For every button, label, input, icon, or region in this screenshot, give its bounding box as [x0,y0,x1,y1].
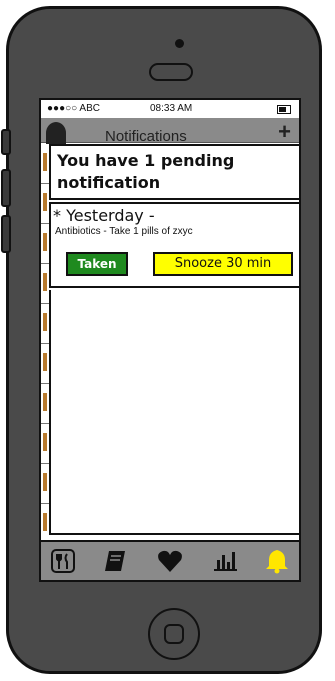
pending-banner: You have 1 pending notification [49,144,299,200]
carrier-label: ●●●○○ ABC [47,103,100,114]
home-button[interactable] [148,608,200,660]
camera [175,39,184,48]
book-icon [105,551,125,571]
list-marker [43,313,47,331]
screen: ●●●○○ ABC 08:33 AM Notifications + You h… [39,98,301,582]
notification-description: Antibiotics - Take 1 pills of zxyc [55,226,193,237]
list-marker [43,273,47,291]
notification-time: * Yesterday - [53,206,155,225]
mute-switch [1,129,11,155]
bell-icon [266,550,288,574]
list-marker [43,473,47,491]
tab-stats[interactable] [211,548,239,574]
notification-card: * Yesterday - Antibiotics - Take 1 pills… [49,202,299,288]
plus-icon[interactable]: + [278,121,291,143]
list-marker [43,513,47,531]
user-icon[interactable] [46,122,66,144]
snooze-button[interactable]: Snooze 30 min [153,252,293,276]
speaker [149,63,193,81]
battery-icon [277,105,291,114]
tab-food[interactable] [49,548,77,574]
tab-bar [41,540,299,580]
taken-button[interactable]: Taken [66,252,128,276]
fork-knife-icon [51,549,75,573]
tab-health[interactable] [156,548,184,574]
clock: 08:33 AM [150,103,193,114]
list-marker [43,153,47,171]
nav-bar: Notifications + [41,118,299,145]
status-bar: ●●●○○ ABC 08:33 AM [41,100,299,118]
list-marker [43,433,47,451]
list-marker [43,353,47,371]
list-marker [43,393,47,411]
heart-icon [158,550,182,572]
volume-down-button [1,215,11,253]
list-marker [43,233,47,251]
list-marker [43,193,47,211]
tab-journal[interactable] [101,548,129,574]
tab-notifications[interactable] [263,548,291,574]
chart-icon [214,552,237,571]
volume-up-button [1,169,11,207]
home-button-square [164,624,184,644]
notification-panel [49,290,299,535]
